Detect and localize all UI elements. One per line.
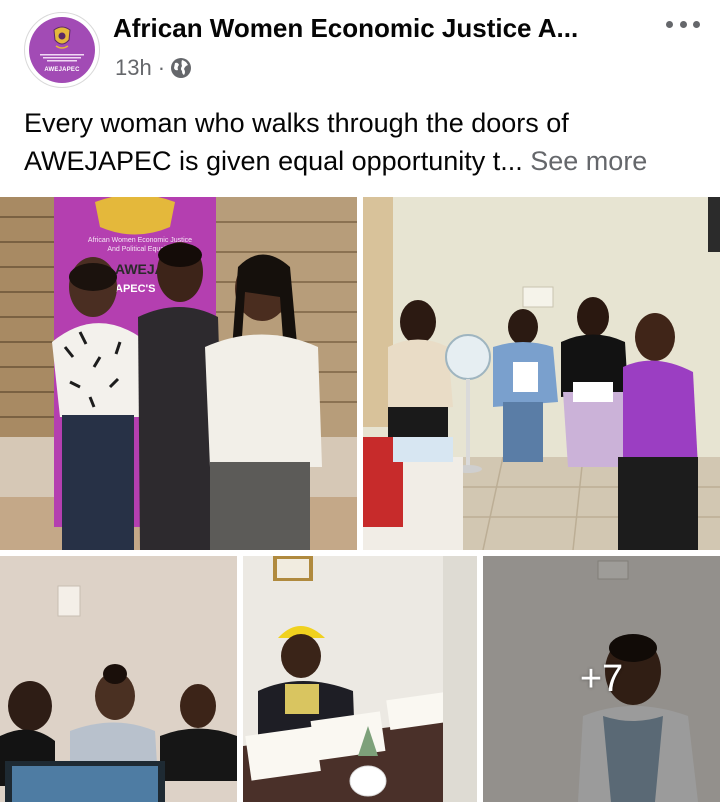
photo-4[interactable]	[243, 556, 477, 802]
post-text-line-2: AWEJAPEC is given equal opportunity t...…	[24, 142, 704, 180]
globe-icon[interactable]	[170, 57, 192, 79]
post-text-truncated: AWEJAPEC is given equal opportunity t...	[24, 146, 523, 176]
photo-2[interactable]	[363, 197, 720, 550]
post-timestamp[interactable]: 13h	[115, 55, 152, 81]
page-name[interactable]: African Women Economic Justice A...	[113, 13, 578, 44]
see-more-link[interactable]: See more	[530, 146, 647, 176]
logo-name: AWEJAPEC	[44, 67, 80, 73]
post-text: Every woman who walks through the doors …	[24, 104, 704, 180]
logo-small-text	[40, 54, 84, 62]
photo-1[interactable]: African Women Economic Justice And Polit…	[0, 197, 357, 550]
photo-3[interactable]	[0, 556, 237, 802]
three-dots-icon	[666, 20, 673, 28]
banner-text-4: APEC'S	[115, 283, 156, 295]
post-text-line-1: Every woman who walks through the doors …	[24, 108, 569, 138]
more-options-button[interactable]	[663, 10, 703, 38]
more-photos-count[interactable]: +7	[483, 556, 720, 802]
post-meta: 13h ·	[115, 54, 192, 82]
dot	[693, 20, 700, 28]
photo-5[interactable]: +7	[483, 556, 720, 802]
dot	[679, 20, 687, 28]
page-avatar[interactable]: AWEJAPEC	[24, 12, 100, 88]
meta-separator: ·	[157, 55, 166, 80]
page-logo: AWEJAPEC	[29, 17, 95, 83]
logo-emblem-icon	[53, 26, 71, 49]
post-header: AWEJAPEC African Women Economic Justice …	[0, 0, 720, 100]
